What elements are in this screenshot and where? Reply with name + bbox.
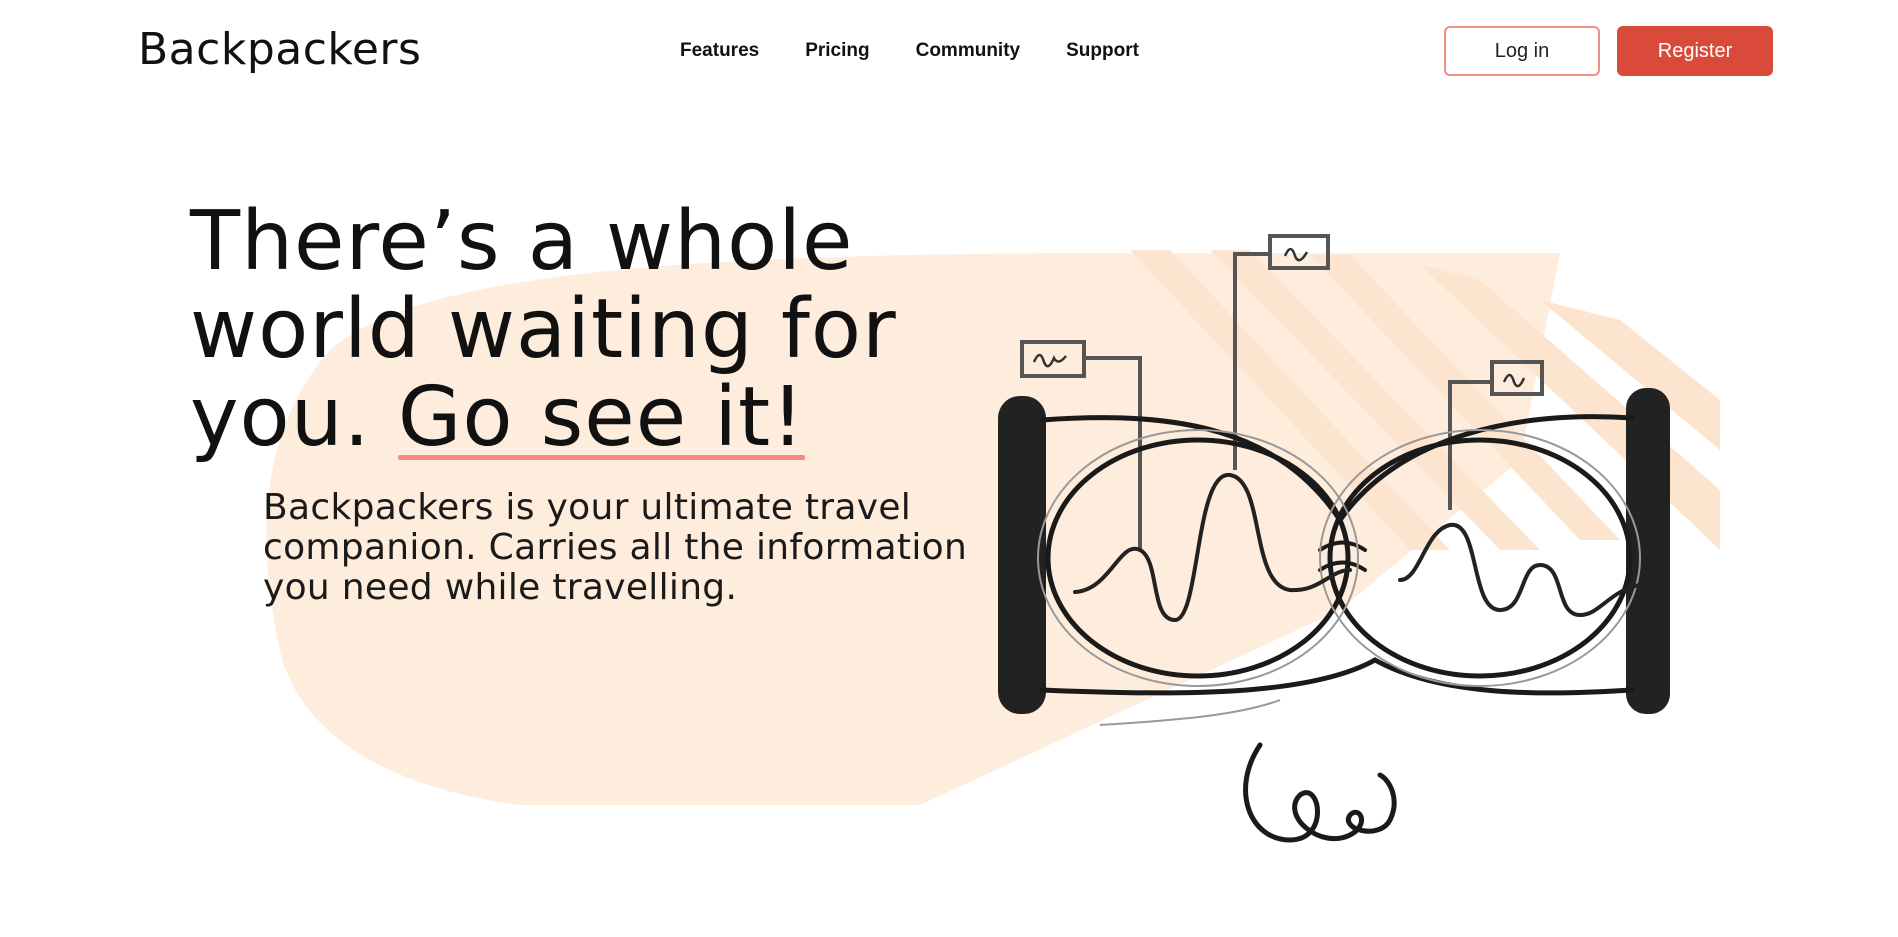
login-button[interactable]: Log in — [1444, 26, 1600, 76]
bottom-scribble — [1243, 742, 1397, 843]
main-nav: Features Pricing Community Support — [680, 34, 1185, 68]
nav-support[interactable]: Support — [1066, 34, 1139, 68]
logo[interactable]: Backpackers — [138, 22, 421, 78]
register-button[interactable]: Register — [1617, 26, 1773, 76]
hero-headline-accent: Go see it! — [397, 370, 806, 465]
nav-features[interactable]: Features — [680, 34, 759, 68]
nav-community[interactable]: Community — [916, 34, 1021, 68]
nav-pricing[interactable]: Pricing — [805, 34, 869, 68]
binoculars-illustration — [998, 234, 1720, 843]
landing-page: Backpackers Features Pricing Community S… — [0, 0, 1898, 937]
hero-headline: There’s a whole world waiting for you. G… — [190, 198, 970, 462]
hero-description: Backpackers is your ultimate travel comp… — [263, 487, 968, 608]
